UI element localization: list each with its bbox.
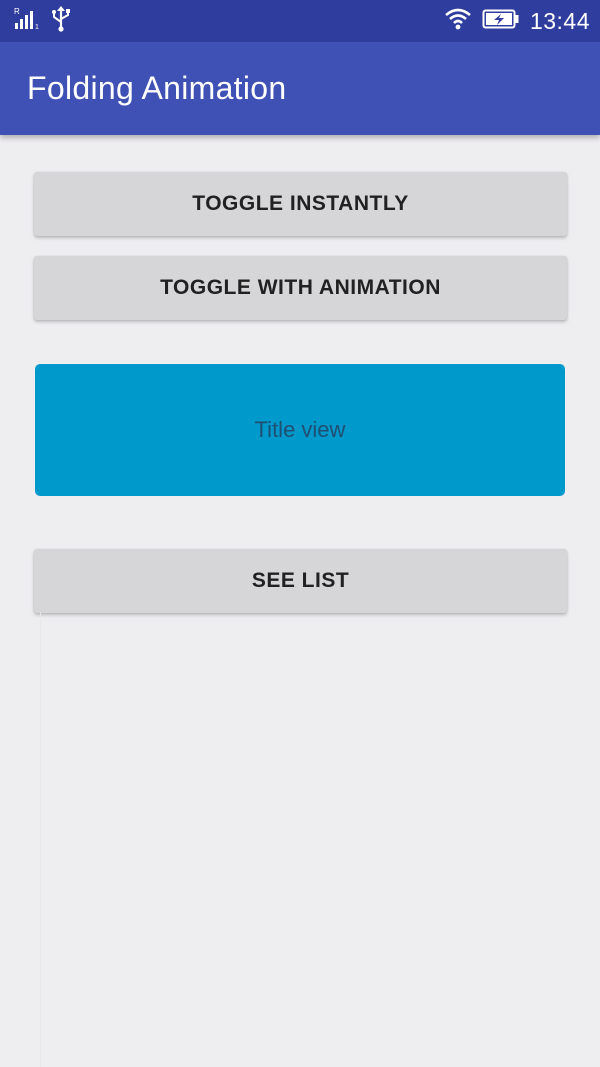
usb-icon bbox=[50, 5, 72, 37]
status-left-icons: R 1 bbox=[14, 5, 72, 37]
svg-text:R: R bbox=[14, 7, 20, 16]
app-title: Folding Animation bbox=[27, 70, 287, 106]
see-list-button[interactable]: SEE LIST bbox=[34, 549, 567, 613]
status-bar: R 1 13:44 bbox=[0, 0, 600, 42]
title-view[interactable]: Title view bbox=[35, 364, 565, 496]
signal-roaming-icon: R 1 bbox=[14, 6, 40, 37]
clock-time: 13:44 bbox=[529, 7, 590, 34]
title-view-label: Title view bbox=[254, 417, 346, 442]
wifi-icon bbox=[444, 7, 472, 36]
svg-text:1: 1 bbox=[35, 24, 39, 31]
toggle-with-animation-button[interactable]: TOGGLE WITH ANIMATION bbox=[34, 256, 567, 320]
status-right-icons: 13:44 bbox=[444, 6, 590, 36]
app-bar: Folding Animation bbox=[0, 42, 600, 135]
toggle-instantly-button[interactable]: TOGGLE INSTANTLY bbox=[34, 172, 567, 236]
battery-charging-icon bbox=[482, 8, 520, 35]
background-divider bbox=[40, 612, 41, 1067]
